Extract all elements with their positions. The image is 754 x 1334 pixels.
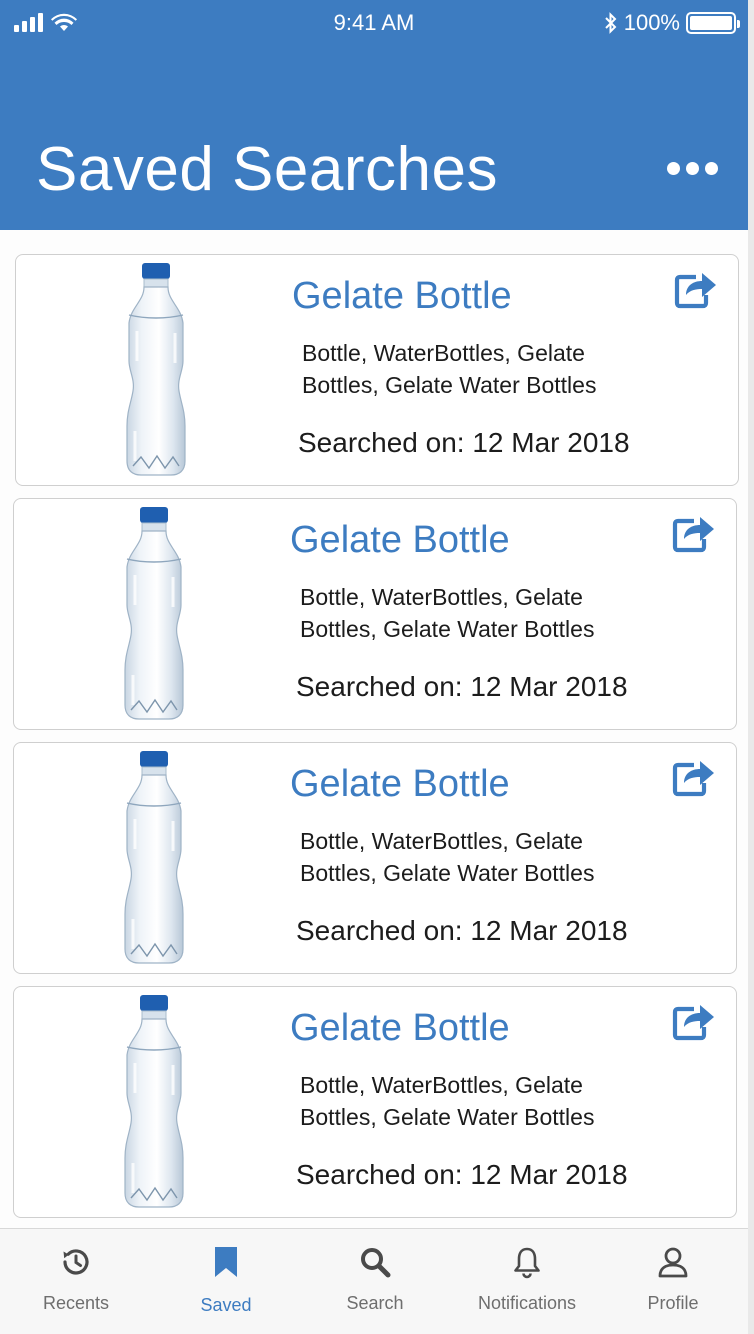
water-bottle-icon — [124, 507, 184, 720]
card-tags: Bottle, WaterBottles, Gelate Bottles, Ge… — [302, 340, 597, 398]
card-date: Searched on: 12 Mar 2018 — [296, 915, 628, 946]
share-icon — [672, 517, 714, 553]
bookmark-icon — [215, 1247, 237, 1277]
bottle-image — [111, 261, 201, 479]
bell-icon — [514, 1247, 540, 1279]
water-bottle-icon — [124, 751, 184, 964]
card-date: Searched on: 12 Mar 2018 — [296, 1159, 628, 1190]
app-header: 9:41 AM 100% Saved Searches — [0, 0, 748, 230]
tab-recents[interactable]: Recents — [1, 1229, 151, 1334]
share-button[interactable] — [674, 269, 718, 309]
tab-notifications[interactable]: Notifications — [452, 1229, 602, 1334]
card-title: Gelate Bottle — [292, 275, 512, 317]
saved-search-card[interactable]: Gelate Bottle Bottle, WaterBottles, Gela… — [15, 254, 739, 486]
card-tags: Bottle, WaterBottles, Gelate Bottles, Ge… — [300, 828, 595, 886]
history-icon — [63, 1249, 89, 1275]
share-button[interactable] — [672, 513, 716, 553]
user-icon — [658, 1247, 688, 1278]
status-bar: 9:41 AM 100% — [0, 0, 748, 48]
share-button[interactable] — [672, 757, 716, 797]
saved-search-card[interactable]: Gelate Bottle Bottle, WaterBottles, Gela… — [13, 742, 737, 974]
saved-search-list: Gelate Bottle Bottle, WaterBottles, Gela… — [0, 230, 748, 1228]
more-dot-icon — [705, 162, 718, 175]
tab-label: Notifications — [477, 1293, 577, 1313]
tab-search[interactable]: Search — [300, 1229, 450, 1334]
tab-saved[interactable]: Saved — [151, 1229, 301, 1334]
bottle-image — [109, 993, 199, 1211]
battery-percent: 100% — [623, 10, 680, 35]
share-icon — [672, 761, 714, 797]
card-date: Searched on: 12 Mar 2018 — [298, 427, 630, 458]
search-icon — [361, 1248, 391, 1278]
card-date: Searched on: 12 Mar 2018 — [296, 671, 628, 702]
share-icon — [672, 1005, 714, 1041]
bottle-image — [109, 749, 199, 967]
tab-label: Recents — [42, 1293, 110, 1313]
tab-label: Profile — [647, 1293, 699, 1313]
saved-search-card[interactable]: Gelate Bottle Bottle, WaterBottles, Gela… — [13, 986, 737, 1218]
card-title: Gelate Bottle — [290, 1007, 510, 1049]
bluetooth-icon — [605, 12, 617, 34]
more-options-button[interactable] — [667, 162, 718, 175]
more-dot-icon — [686, 162, 699, 175]
tab-label: Search — [346, 1293, 404, 1313]
screen-edge — [748, 0, 754, 1334]
card-tags: Bottle, WaterBottles, Gelate Bottles, Ge… — [300, 1072, 595, 1130]
more-dot-icon — [667, 162, 680, 175]
water-bottle-icon — [126, 263, 186, 476]
battery-status: 100% — [604, 10, 740, 36]
card-title: Gelate Bottle — [290, 519, 510, 561]
saved-search-card[interactable]: Gelate Bottle Bottle, WaterBottles, Gela… — [13, 498, 737, 730]
share-button[interactable] — [672, 1001, 716, 1041]
card-title: Gelate Bottle — [290, 763, 510, 805]
battery-icon — [686, 12, 740, 34]
bottle-image — [109, 505, 199, 723]
card-tags: Bottle, WaterBottles, Gelate Bottles, Ge… — [300, 584, 595, 642]
tab-bar: Recents Saved Search Notifications Profi… — [0, 1228, 748, 1334]
tab-profile[interactable]: Profile — [598, 1229, 748, 1334]
share-icon — [674, 273, 716, 309]
page-title: Saved Searches — [36, 135, 498, 204]
tab-label: Saved — [200, 1295, 252, 1315]
water-bottle-icon — [124, 995, 184, 1208]
